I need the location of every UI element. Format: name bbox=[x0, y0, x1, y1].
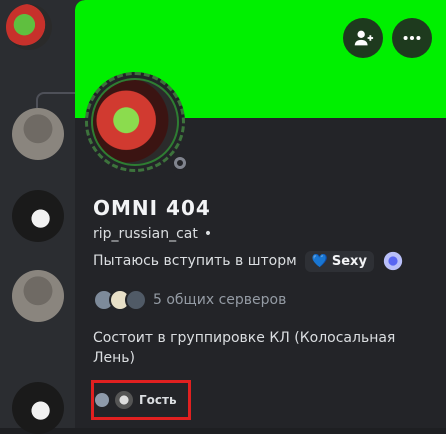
username[interactable]: rip_russian_cat bbox=[93, 226, 198, 242]
profile-avatar[interactable] bbox=[85, 72, 191, 174]
separator-dot: • bbox=[203, 226, 213, 242]
display-name[interactable]: OMNI 404 bbox=[93, 196, 211, 220]
mutual-servers[interactable]: 5 общих серверов bbox=[93, 289, 286, 311]
add-friend-icon bbox=[354, 30, 374, 46]
avatar[interactable] bbox=[12, 382, 64, 434]
profile-popout: OMNI 404 rip_russian_cat • Пытаюсь вступ… bbox=[75, 0, 446, 428]
bio: Состоит в группировке КЛ (Колосальная Ле… bbox=[93, 330, 396, 366]
more-button[interactable] bbox=[392, 18, 432, 58]
mutual-servers-label: 5 общих серверов bbox=[153, 292, 287, 308]
badge-icon[interactable] bbox=[382, 250, 404, 272]
username-row: rip_russian_cat • bbox=[93, 226, 212, 242]
server-icon bbox=[125, 289, 147, 311]
status-indicator bbox=[169, 152, 191, 174]
role-icon bbox=[115, 391, 133, 409]
avatar[interactable] bbox=[12, 270, 64, 322]
server-tag-label: Sexy bbox=[331, 253, 367, 269]
custom-status-row: Пытаюсь вступить в шторм 💙 Sexy bbox=[93, 250, 404, 272]
mutual-server-icons bbox=[93, 289, 147, 311]
custom-status: Пытаюсь вступить в шторм bbox=[93, 253, 297, 269]
server-tag[interactable]: 💙 Sexy bbox=[304, 250, 374, 272]
thread-guide-line bbox=[36, 92, 78, 108]
role-label: Гость bbox=[139, 393, 177, 407]
more-icon bbox=[403, 35, 421, 41]
role-color-dot bbox=[95, 393, 109, 407]
server-icon[interactable] bbox=[6, 4, 52, 50]
heart-icon: 💙 bbox=[311, 253, 328, 269]
avatar[interactable] bbox=[12, 108, 64, 160]
add-friend-button[interactable] bbox=[343, 18, 383, 58]
role-chip[interactable]: Гость bbox=[95, 391, 177, 409]
avatar[interactable] bbox=[12, 190, 64, 242]
